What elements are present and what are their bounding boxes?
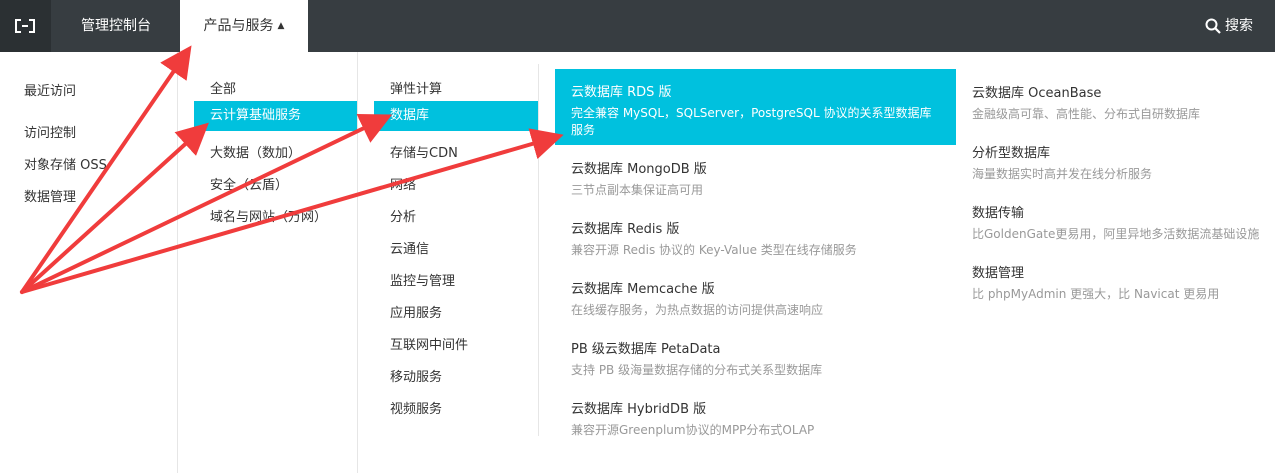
service-title: 云数据库 Memcache 版 <box>571 282 715 297</box>
service-memcache[interactable]: 云数据库 Memcache 版 在线缓存服务，为热点数据的访问提供高速响应 <box>571 278 951 319</box>
service-petadata[interactable]: PB 级云数据库 PetaData 支持 PB 级海量数据存储的分布式关系型数据… <box>571 338 951 379</box>
recent-item-data-management[interactable]: 数据管理 <box>24 186 76 205</box>
service-desc: 金融级高可靠、高性能、分布式自研数据库 <box>972 107 1201 121</box>
category-all[interactable]: 全部 <box>210 78 236 97</box>
service-desc: 支持 PB 级海量数据存储的分布式关系型数据库 <box>571 363 823 377</box>
service-title: 云数据库 Redis 版 <box>571 222 680 237</box>
subcategory-analysis[interactable]: 分析 <box>390 206 416 225</box>
column-divider <box>538 64 539 436</box>
subcategory-elastic-compute[interactable]: 弹性计算 <box>390 78 442 97</box>
service-rds[interactable]: 云数据库 RDS 版 完全兼容 MySQL，SQLServer，PostgreS… <box>555 69 956 145</box>
service-analytic-db[interactable]: 分析型数据库 海量数据实时高并发在线分析服务 <box>972 142 1267 183</box>
search-button[interactable]: 搜索 <box>1205 0 1253 52</box>
products-services-menu[interactable]: 产品与服务 ▲ <box>180 0 308 52</box>
products-services-label: 产品与服务 <box>203 18 274 34</box>
console-link[interactable]: 管理控制台 <box>50 0 181 52</box>
caret-up-icon: ▲ <box>277 21 285 31</box>
subcategory-network[interactable]: 网络 <box>390 174 416 193</box>
search-icon <box>1205 18 1221 34</box>
subcategory-cloud-comm[interactable]: 云通信 <box>390 238 429 257</box>
service-title: 数据管理 <box>972 266 1025 281</box>
subcategory-app-services[interactable]: 应用服务 <box>390 302 442 321</box>
subcategory-video[interactable]: 视频服务 <box>390 398 442 417</box>
service-title: 云数据库 MongoDB 版 <box>571 162 707 177</box>
category-cloud-basic[interactable]: 云计算基础服务 <box>194 101 357 131</box>
service-desc: 三节点副本集保证高可用 <box>571 183 704 197</box>
recent-item-oss[interactable]: 对象存储 OSS <box>24 154 107 173</box>
category-security[interactable]: 安全（云盾） <box>210 174 288 193</box>
service-title: PB 级云数据库 PetaData <box>571 342 721 357</box>
service-desc: 在线缓存服务，为热点数据的访问提供高速响应 <box>571 303 824 317</box>
top-navigation-bar: 管理控制台 产品与服务 ▲ 搜索 <box>0 0 1275 52</box>
service-dms[interactable]: 数据管理 比 phpMyAdmin 更强大，比 Navicat 更易用 <box>972 262 1267 303</box>
service-hybriddb[interactable]: 云数据库 HybridDB 版 兼容开源Greenplum协议的MPP分布式OL… <box>571 398 951 439</box>
recent-column: 最近访问 访问控制 对象存储 OSS 数据管理 <box>0 52 178 473</box>
recent-visits-heading: 最近访问 <box>24 84 77 99</box>
service-desc: 海量数据实时高并发在线分析服务 <box>972 167 1153 181</box>
category-domain[interactable]: 域名与网站（万网） <box>210 206 327 225</box>
subcategory-middleware[interactable]: 互联网中间件 <box>390 334 468 353</box>
recent-item-access-control[interactable]: 访问控制 <box>24 122 76 141</box>
service-desc: 完全兼容 MySQL，SQLServer，PostgreSQL 协议的关系型数据… <box>571 106 932 137</box>
service-title: 云数据库 OceanBase <box>972 86 1102 101</box>
aliyun-logo-icon <box>15 19 35 33</box>
service-redis[interactable]: 云数据库 Redis 版 兼容开源 Redis 协议的 Key-Value 类型… <box>571 218 951 259</box>
subcategory-monitoring[interactable]: 监控与管理 <box>390 270 455 289</box>
subcategory-storage-cdn[interactable]: 存储与CDN <box>390 142 458 161</box>
service-title: 云数据库 RDS 版 <box>571 85 672 100</box>
service-desc: 比GoldenGate更易用，阿里异地多活数据流基础设施 <box>972 227 1260 241</box>
service-desc: 兼容开源Greenplum协议的MPP分布式OLAP <box>571 423 815 437</box>
aliyun-logo[interactable] <box>0 0 50 52</box>
subcategory-database[interactable]: 数据库 <box>374 101 538 131</box>
service-title: 云数据库 HybridDB 版 <box>571 402 707 417</box>
service-dts[interactable]: 数据传输 比GoldenGate更易用，阿里异地多活数据流基础设施 <box>972 202 1267 243</box>
search-label: 搜索 <box>1225 18 1253 34</box>
service-desc: 比 phpMyAdmin 更强大，比 Navicat 更易用 <box>972 287 1220 301</box>
subcategory-mobile[interactable]: 移动服务 <box>390 366 442 385</box>
service-oceanbase[interactable]: 云数据库 OceanBase 金融级高可靠、高性能、分布式自研数据库 <box>972 82 1267 123</box>
service-title: 分析型数据库 <box>972 146 1051 161</box>
products-dropdown-panel: 最近访问 访问控制 对象存储 OSS 数据管理 全部 云计算基础服务 大数据（数… <box>0 52 1275 473</box>
service-title: 数据传输 <box>972 206 1025 221</box>
subcategory-column: 弹性计算 数据库 存储与CDN 网络 分析 云通信 监控与管理 应用服务 互联网… <box>358 52 538 473</box>
category-column: 全部 云计算基础服务 大数据（数加） 安全（云盾） 域名与网站（万网） <box>178 52 358 473</box>
service-desc: 兼容开源 Redis 协议的 Key-Value 类型在线存储服务 <box>571 243 857 257</box>
category-big-data[interactable]: 大数据（数加） <box>210 142 301 161</box>
service-mongodb[interactable]: 云数据库 MongoDB 版 三节点副本集保证高可用 <box>571 158 951 199</box>
